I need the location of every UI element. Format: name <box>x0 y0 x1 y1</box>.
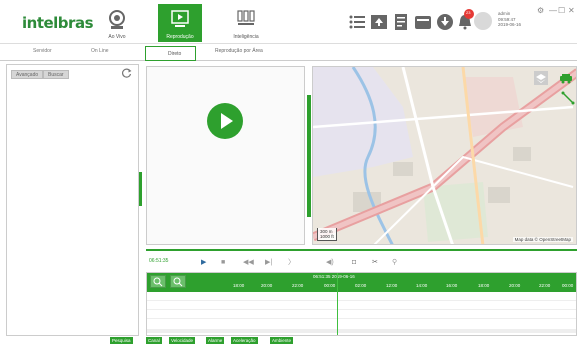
filter-speed-button[interactable]: Velocidade <box>169 337 196 344</box>
avatar[interactable] <box>474 12 492 30</box>
notification-count: 23 <box>466 10 471 15</box>
collapse-map-handle[interactable] <box>307 95 311 217</box>
zoom-in-button[interactable] <box>150 275 166 288</box>
user-date: 2019-06-16 <box>498 22 522 27</box>
zoom-icon[interactable]: ⚲ <box>392 258 397 267</box>
app-window: intelbras Ao Vivo Reprodução Inteligênci… <box>0 0 577 344</box>
timeline-divider[interactable] <box>146 249 577 251</box>
collapse-left-handle[interactable] <box>139 172 142 206</box>
playback-icon <box>171 10 189 27</box>
tick: 14:00 <box>416 283 428 288</box>
map-scale: 300 m 1000 ft <box>317 228 337 241</box>
device-tree-panel: Avançado Buscar <box>6 64 139 336</box>
volume-icon[interactable]: ◀) <box>326 258 334 267</box>
tick: 20:00 <box>261 283 273 288</box>
zoom-in-icon <box>153 277 163 287</box>
filter-alarm-button[interactable]: Alarme <box>206 337 225 344</box>
tick: 12:00 <box>386 283 398 288</box>
zoom-out-icon <box>173 277 183 287</box>
map-view[interactable]: 300 m 1000 ft Map data © OpenStreetMap <box>312 66 577 245</box>
filter-environment-button[interactable]: Ambiente <box>270 337 294 344</box>
logo: intelbras <box>22 14 94 32</box>
tick: 00:00 <box>562 283 574 288</box>
refresh-icon[interactable] <box>122 68 132 78</box>
nav-intelligence[interactable]: Inteligência <box>224 4 268 42</box>
tick: 00:00 <box>324 283 336 288</box>
intelligence-icon <box>237 10 255 25</box>
next-icon[interactable]: 〉 <box>288 258 295 267</box>
tab-online[interactable]: On Line <box>91 48 109 54</box>
step-forward-icon[interactable]: ▶| <box>265 258 272 267</box>
storage-icon[interactable] <box>414 13 432 31</box>
upload-icon[interactable] <box>370 13 388 31</box>
tick: 16:00 <box>446 283 458 288</box>
tick: 22:00 <box>539 283 551 288</box>
user-info: admin 09:59:47 2019-06-16 <box>498 11 521 28</box>
timeline-track <box>147 300 576 301</box>
tab-area-playback[interactable]: Reprodução por Área <box>215 48 263 54</box>
scale-imperial: 1000 ft <box>320 234 334 239</box>
tab-direct[interactable]: Direto <box>145 46 197 61</box>
timeline-scrollbar[interactable] <box>147 329 576 333</box>
playback-controls: 06:51:35 ▶ ■ ◀◀ ▶| 〉 ◀) ◘ ✂ ⚲ <box>146 257 577 269</box>
tick: 22:00 <box>292 283 304 288</box>
close-icon[interactable]: ✕ <box>568 6 575 15</box>
rewind-icon[interactable]: ◀◀ <box>243 258 254 267</box>
layers-icon[interactable] <box>534 71 548 85</box>
stop-icon[interactable]: ■ <box>221 258 225 267</box>
tick: 18:00 <box>478 283 490 288</box>
filter-search-button[interactable]: Pesquisa <box>110 337 133 344</box>
current-time: 06:51:35 <box>149 258 169 264</box>
zoom-out-button[interactable] <box>170 275 186 288</box>
route-icon[interactable] <box>561 91 575 105</box>
nav-playback[interactable]: Reprodução <box>158 4 202 42</box>
snapshot-icon[interactable]: ◘ <box>352 258 356 267</box>
download-icon[interactable] <box>436 13 454 31</box>
car-icon[interactable] <box>559 71 573 85</box>
nav-live-label: Ao Vivo <box>108 34 126 40</box>
timeline-track <box>147 318 576 319</box>
nav-playback-label: Reprodução <box>166 34 194 40</box>
play-icon[interactable] <box>207 103 243 139</box>
list-icon[interactable] <box>348 13 366 31</box>
advanced-button[interactable]: Avançado <box>11 70 44 79</box>
map-tiles <box>313 67 576 244</box>
nav-intelligence-label: Inteligência <box>233 34 259 40</box>
tab-device[interactable]: Servidor <box>33 48 52 54</box>
play-control-icon[interactable]: ▶ <box>201 258 206 267</box>
document-icon[interactable] <box>392 13 410 31</box>
timeline-current: 06:51:35 2019-06-16 <box>313 274 355 279</box>
maximize-icon[interactable]: ☐ <box>558 6 565 15</box>
tick: 20:00 <box>509 283 521 288</box>
sub-tabs: Servidor On Line Direto Reprodução por Á… <box>0 45 577 61</box>
settings-icon[interactable]: ⚙ <box>537 6 544 15</box>
top-bar: intelbras Ao Vivo Reprodução Inteligênci… <box>0 0 577 44</box>
video-player <box>146 66 305 245</box>
timeline[interactable]: 06:51:35 2019-06-16 18:00 20:00 22:00 00… <box>146 272 577 336</box>
tick: 18:00 <box>233 283 245 288</box>
timeline-header: 06:51:35 2019-06-16 18:00 20:00 22:00 00… <box>147 273 576 292</box>
webcam-icon <box>109 10 125 29</box>
search-button[interactable]: Buscar <box>43 70 69 79</box>
timeline-track <box>147 309 576 310</box>
tick: 02:00 <box>355 283 367 288</box>
map-attribution[interactable]: Map data © OpenStreetMap <box>512 237 573 242</box>
timeline-cursor[interactable] <box>337 273 338 335</box>
filter-acceleration-button[interactable]: Aceleração <box>231 337 258 344</box>
filter-channel-button[interactable]: Canal <box>146 337 162 344</box>
minimize-icon[interactable]: — <box>549 6 557 15</box>
clip-icon[interactable]: ✂ <box>372 258 378 267</box>
nav-live[interactable]: Ao Vivo <box>95 4 139 42</box>
